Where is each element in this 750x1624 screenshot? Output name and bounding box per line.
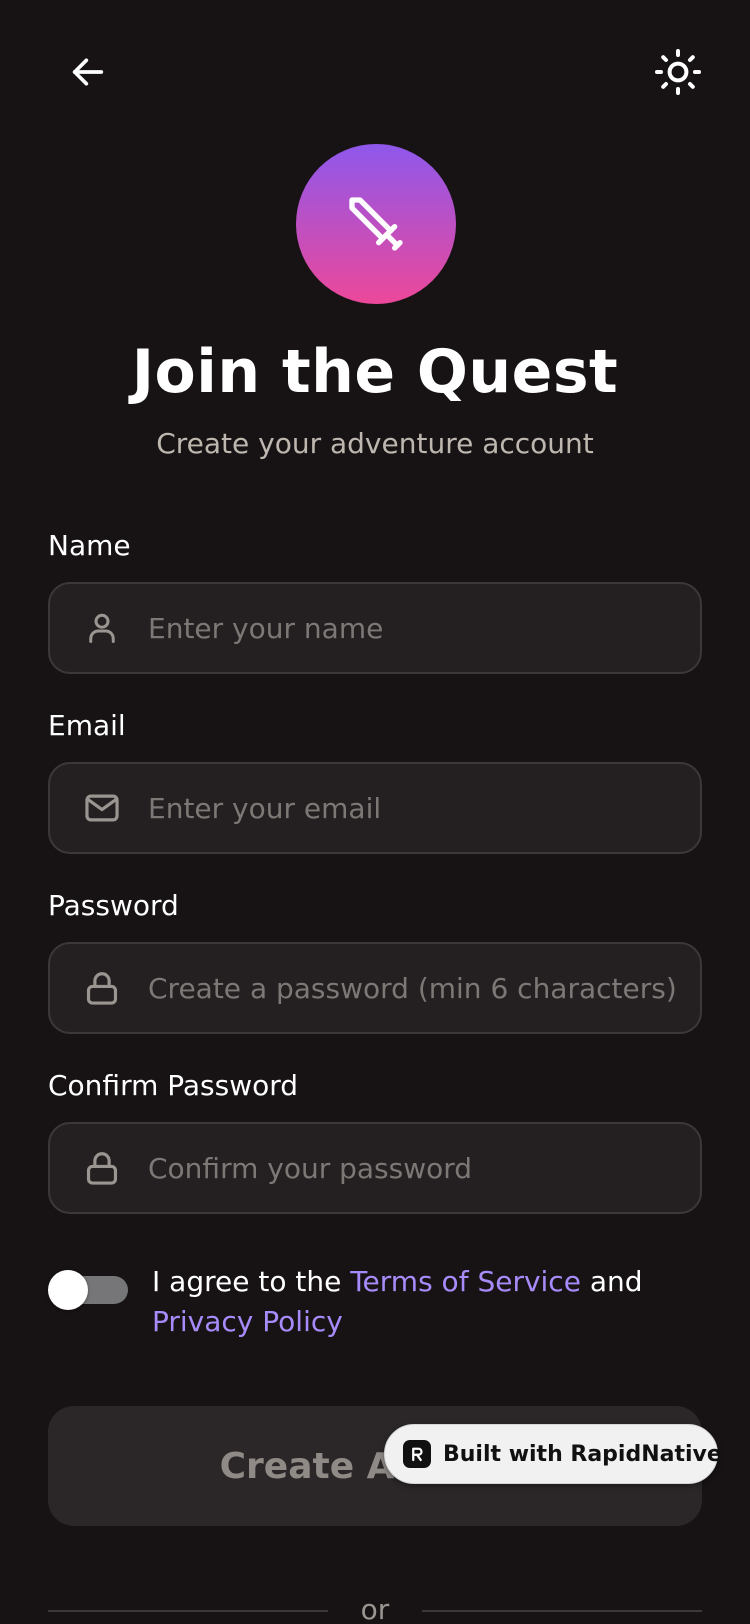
page-title: Join the Quest <box>131 337 619 407</box>
name-input[interactable] <box>148 584 700 672</box>
lock-icon <box>82 1148 122 1188</box>
sword-icon <box>349 197 403 251</box>
lock-icon <box>82 968 122 1008</box>
confirm-password-input[interactable] <box>148 1124 700 1212</box>
agreement-prefix: I agree to the <box>152 1265 351 1298</box>
privacy-policy-link[interactable]: Privacy Policy <box>152 1305 343 1338</box>
password-field[interactable] <box>48 942 702 1034</box>
toggle-thumb <box>48 1270 88 1310</box>
divider-line-right <box>422 1610 702 1612</box>
rapidnative-logo-icon <box>403 1440 431 1468</box>
password-label: Password <box>48 889 179 922</box>
password-input[interactable] <box>148 944 700 1032</box>
sun-icon <box>655 49 701 95</box>
divider-line-left <box>48 1610 328 1612</box>
mail-icon <box>82 788 122 828</box>
name-label: Name <box>48 529 131 562</box>
agreement-text: I agree to the Terms of Service and Priv… <box>152 1262 712 1342</box>
email-label: Email <box>48 709 126 742</box>
confirm-password-field[interactable] <box>48 1122 702 1214</box>
built-with-badge[interactable]: Built with RapidNative <box>384 1424 722 1484</box>
badge-label: Built with RapidNative <box>443 1441 722 1467</box>
email-field[interactable] <box>48 762 702 854</box>
signup-screen: Join the Quest Create your adventure acc… <box>0 0 750 1624</box>
page-subtitle: Create your adventure account <box>156 427 594 460</box>
terms-of-service-link[interactable]: Terms of Service <box>350 1265 581 1298</box>
app-logo <box>296 144 456 304</box>
agree-toggle[interactable] <box>48 1270 128 1310</box>
divider-text: or <box>360 1593 390 1624</box>
confirm-password-label: Confirm Password <box>48 1069 299 1102</box>
user-icon <box>82 608 122 648</box>
agreement-middle: and <box>580 1265 643 1298</box>
name-field[interactable] <box>48 582 702 674</box>
arrow-left-icon <box>72 58 104 86</box>
back-button[interactable] <box>56 40 120 104</box>
theme-toggle-button[interactable] <box>646 40 710 104</box>
email-input[interactable] <box>148 764 700 852</box>
